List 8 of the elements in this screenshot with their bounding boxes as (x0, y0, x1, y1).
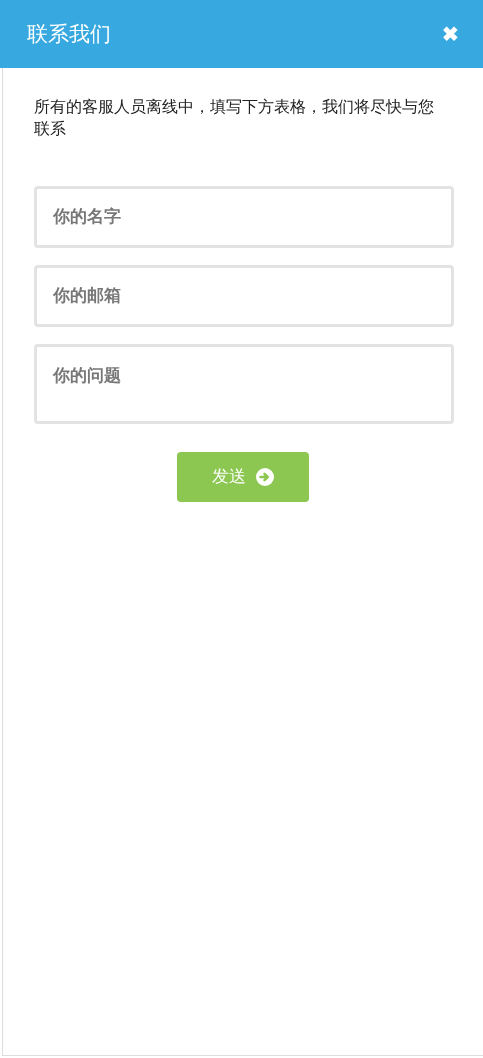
input-field[interactable]: 你的名字 (34, 186, 454, 248)
offline-message: 所有的客服人员离线中，填写下方表格，我们将尽快与您联系 (34, 97, 435, 139)
input-field[interactable]: 你的邮箱 (34, 265, 454, 327)
close-button[interactable]: ✖ (442, 24, 459, 44)
arrow-circle-icon (256, 468, 274, 486)
question-field[interactable]: 你的问题 (34, 344, 454, 424)
header-title: 联系我们 (27, 21, 111, 48)
send-button[interactable]: 发送 (177, 452, 309, 502)
